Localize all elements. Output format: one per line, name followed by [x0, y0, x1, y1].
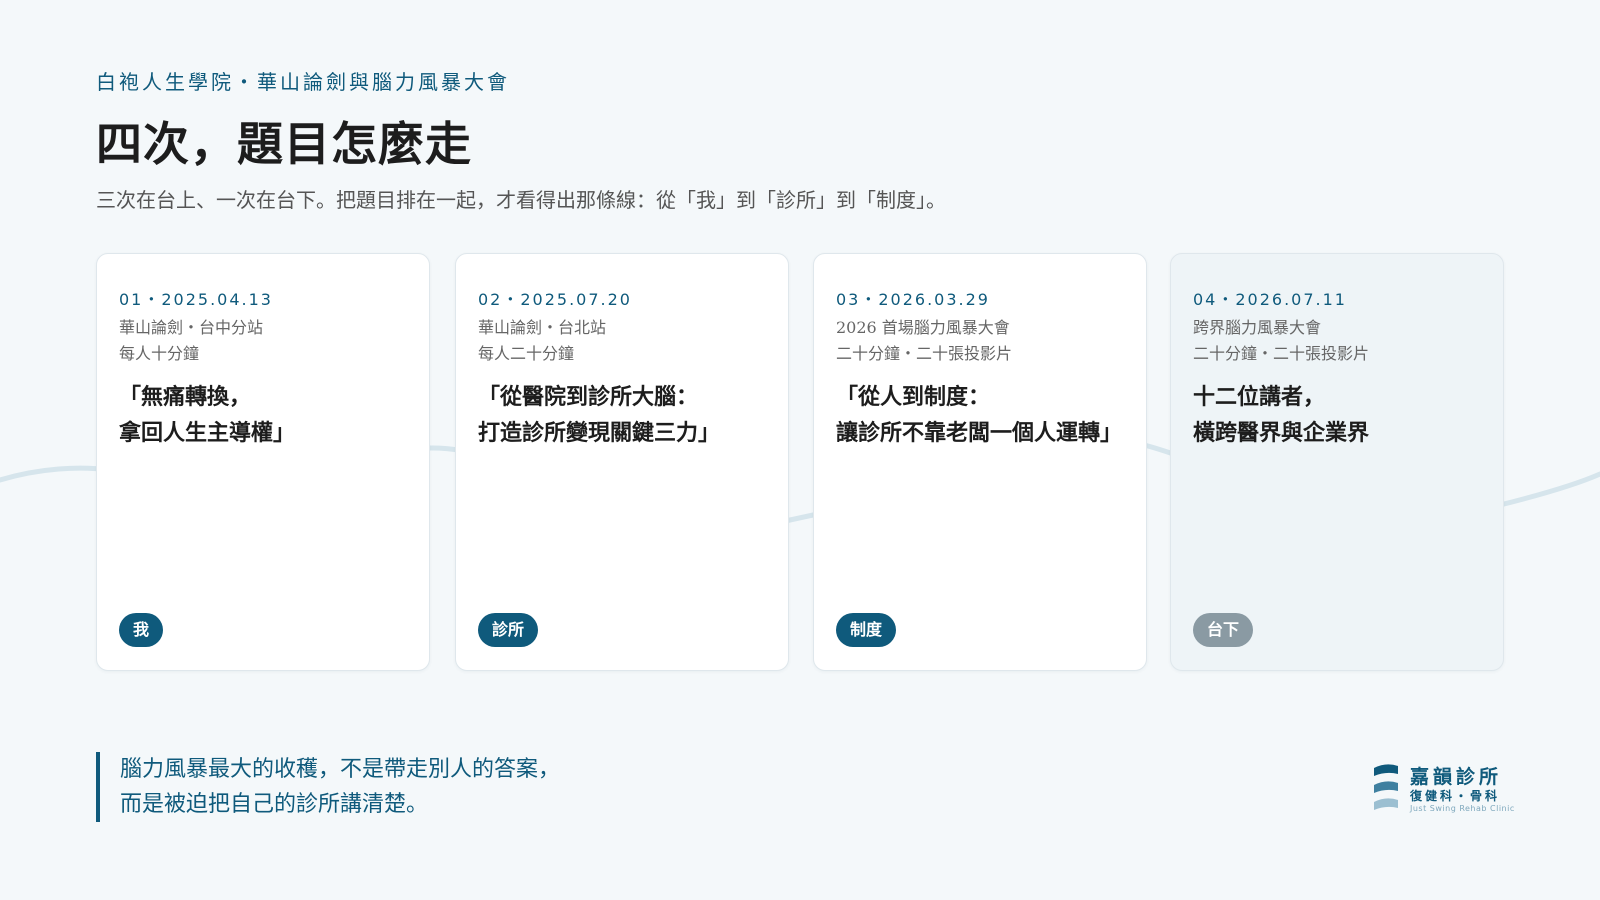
card-date: 01・2025.04.13: [119, 290, 273, 309]
theme-tag-system: 制度: [836, 613, 897, 647]
card-meta: 華山論劍・台中分站 每人十分鐘: [119, 315, 263, 367]
theme-tag-clinic: 診所: [478, 613, 539, 647]
talk-card-1: 01・2025.04.13 華山論劍・台中分站 每人十分鐘 「無痛轉換， 拿回人…: [96, 253, 430, 671]
talk-card-3: 03・2026.03.29 2026 首場腦力風暴大會 二十分鐘・二十張投影片 …: [813, 253, 1147, 671]
card-meta: 華山論劍・台北站 每人二十分鐘: [478, 315, 606, 367]
card-date: 04・2026.07.11: [1193, 290, 1347, 309]
quote-line: 腦力風暴最大的收穫，不是帶走別人的答案，: [120, 757, 561, 782]
card-title-line: 橫跨醫界與企業界: [1193, 420, 1370, 446]
card-meta: 2026 首場腦力風暴大會 二十分鐘・二十張投影片: [836, 315, 1012, 367]
talk-card-4: 04・2026.07.11 跨界腦力風暴大會 二十分鐘・二十張投影片 十二位講者…: [1170, 253, 1504, 671]
card-title-line: 十二位講者，: [1193, 384, 1326, 410]
card-date: 02・2025.07.20: [478, 290, 632, 309]
clinic-english-name: Just Swing Rehab Clinic: [1410, 804, 1515, 813]
event-series-label: 白袍人生學院・華山論劍與腦力風暴大會: [96, 70, 510, 94]
card-title: 「從醫院到診所大腦： 打造診所變現關鍵三力」: [478, 379, 720, 451]
card-title-line: 拿回人生主導權」: [119, 420, 296, 446]
clinic-departments: 復健科・骨科: [1410, 789, 1501, 803]
card-duration: 二十分鐘・二十張投影片: [1193, 344, 1370, 363]
card-duration: 每人二十分鐘: [478, 344, 575, 363]
clinic-logo: 嘉韻診所 復健科・骨科 Just Swing Rehab Clinic: [1372, 762, 1514, 816]
card-duration: 每人十分鐘: [119, 344, 200, 363]
theme-tag-audience: 台下: [1193, 613, 1254, 647]
card-title-line: 打造診所變現關鍵三力」: [478, 420, 721, 446]
closing-quote: 腦力風暴最大的收穫，不是帶走別人的答案， 而是被迫把自己的診所講清楚。: [96, 752, 560, 822]
card-meta: 跨界腦力風暴大會 二十分鐘・二十張投影片: [1193, 315, 1369, 367]
talk-card-2: 02・2025.07.20 華山論劍・台北站 每人二十分鐘 「從醫院到診所大腦：…: [455, 253, 789, 671]
card-venue: 華山論劍・台北站: [478, 318, 607, 337]
page-title: 四次，題目怎麼走: [96, 117, 472, 171]
card-venue: 華山論劍・台中分站: [119, 318, 264, 337]
card-title: 十二位講者， 橫跨醫界與企業界: [1193, 379, 1369, 451]
card-date: 03・2026.03.29: [836, 290, 990, 309]
card-venue: 2026 首場腦力風暴大會: [836, 318, 1010, 337]
card-title-line: 「無痛轉換，: [119, 384, 252, 410]
card-title: 「無痛轉換， 拿回人生主導權」: [119, 379, 295, 451]
card-title-line: 讓診所不靠老闆一個人運轉」: [836, 420, 1123, 446]
page-subtitle: 三次在台上、一次在台下。把題目排在一起，才看得出那條線：從「我」到「診所」到「制…: [96, 188, 946, 212]
card-venue: 跨界腦力風暴大會: [1193, 318, 1322, 337]
clinic-logo-icon: [1374, 764, 1398, 810]
card-title-line: 「從人到制度：: [836, 384, 991, 410]
quote-line: 而是被迫把自己的診所講清楚。: [120, 792, 429, 817]
clinic-name: 嘉韻診所: [1410, 766, 1503, 788]
card-title: 「從人到制度： 讓診所不靠老闆一個人運轉」: [836, 379, 1122, 451]
theme-tag-me: 我: [119, 613, 164, 647]
card-title-line: 「從醫院到診所大腦：: [478, 384, 699, 410]
card-duration: 二十分鐘・二十張投影片: [836, 344, 1013, 363]
